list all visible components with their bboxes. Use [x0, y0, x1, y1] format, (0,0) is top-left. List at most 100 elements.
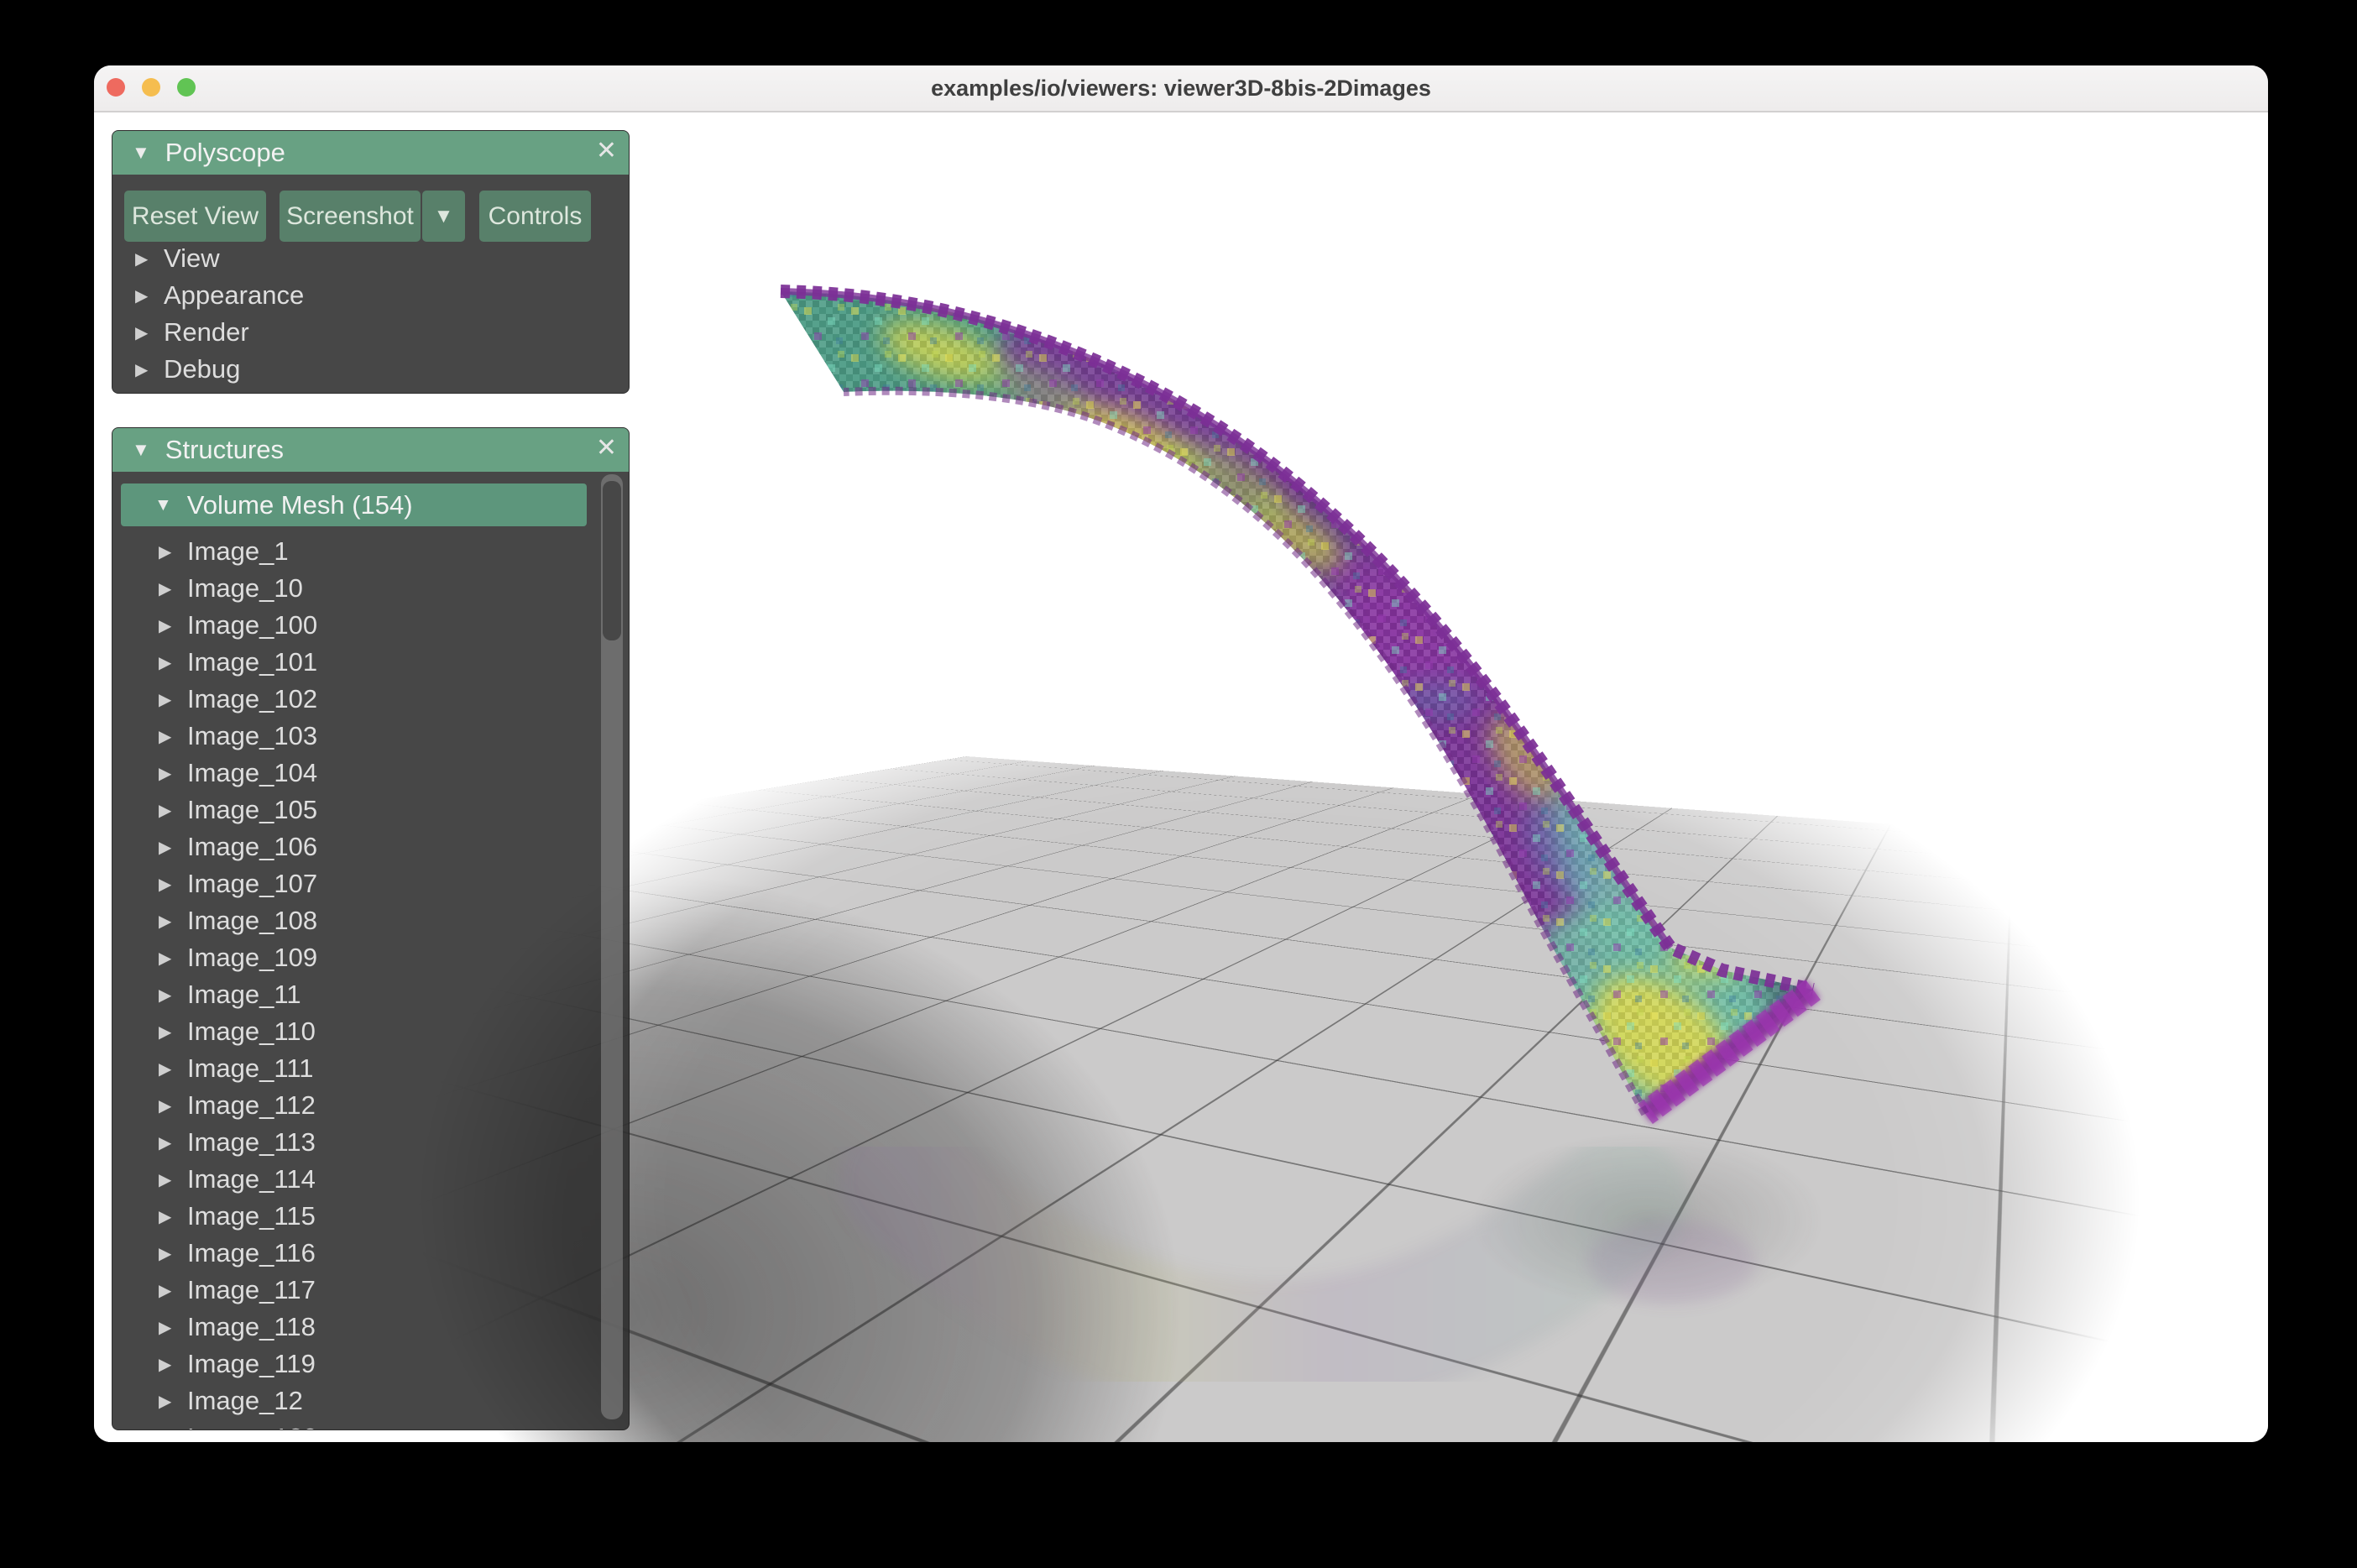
- list-item[interactable]: ▶ Image_108: [112, 902, 595, 939]
- tree-item-appearance[interactable]: ▶ Appearance: [112, 277, 629, 314]
- list-item-label: Image_12: [187, 1386, 303, 1416]
- polyscope-panel: ▼ Polyscope ✕ Reset View Screenshot ▼ Co…: [112, 130, 630, 394]
- polyscope-panel-header[interactable]: ▼ Polyscope ✕: [112, 131, 629, 175]
- list-item-label: Image_104: [187, 758, 317, 788]
- list-item[interactable]: ▶ Image_117: [112, 1272, 595, 1309]
- structures-list: ▶Image_1 ▶Image_10 ▶Image_100 ▶Image_101…: [112, 533, 595, 1430]
- expand-icon: ▶: [159, 652, 179, 673]
- expand-icon: ▶: [159, 689, 179, 710]
- structures-panel: ▼ Structures ✕ ▼ Volume Mesh (154) ▶Imag…: [112, 427, 630, 1430]
- list-item-label: Image_101: [187, 647, 317, 677]
- list-item[interactable]: ▶ Image_104: [112, 755, 595, 792]
- list-item-label: Image_115: [187, 1201, 316, 1231]
- list-item-label: Image_110: [187, 1017, 316, 1047]
- panel-title: Structures: [165, 435, 284, 465]
- list-item[interactable]: ▶Image_106: [112, 828, 595, 865]
- expand-icon: ▶: [159, 948, 179, 969]
- controls-button[interactable]: Controls: [479, 191, 591, 242]
- list-item-label: Image_107: [187, 869, 317, 899]
- volume-mesh-group-row[interactable]: ▼ Volume Mesh (154): [121, 483, 587, 526]
- list-item-label: Image_1: [187, 536, 289, 567]
- expand-icon: ▶: [159, 1095, 179, 1116]
- list-item[interactable]: ▶Image_109: [112, 939, 595, 976]
- list-item-label: Image_120: [187, 1423, 317, 1430]
- list-item-label: Image_116: [187, 1238, 316, 1268]
- list-item[interactable]: ▶Image_11: [112, 976, 595, 1013]
- list-item[interactable]: ▶Image_119: [112, 1346, 595, 1382]
- close-window-button[interactable]: [107, 78, 125, 97]
- expand-icon: ▶: [159, 1280, 179, 1301]
- tree-item-debug[interactable]: ▶ Debug: [112, 351, 629, 388]
- list-item[interactable]: ▶ Image_113: [112, 1124, 595, 1161]
- list-item-label: Image_10: [187, 573, 303, 604]
- collapse-icon[interactable]: ▼: [132, 441, 150, 459]
- minimize-window-button[interactable]: [142, 78, 160, 97]
- list-item-label: Image_108: [187, 906, 317, 936]
- close-icon[interactable]: ✕: [596, 433, 617, 463]
- expand-icon: ▶: [135, 359, 155, 380]
- expand-icon: ▶: [159, 1391, 179, 1412]
- list-item-label: Image_119: [187, 1349, 316, 1379]
- list-item[interactable]: ▶Image_118: [112, 1309, 595, 1346]
- volume-mesh-label: Volume Mesh (154): [187, 490, 413, 520]
- list-item-partial[interactable]: ▶ Image_120: [112, 1419, 595, 1430]
- list-item[interactable]: ▶Image_100: [112, 607, 595, 644]
- list-item[interactable]: ▶Image_110: [112, 1013, 595, 1050]
- list-item-label: Image_114: [187, 1164, 316, 1194]
- scrollbar-thumb[interactable]: [603, 481, 621, 640]
- list-item[interactable]: ▶ Image_101: [112, 644, 595, 681]
- list-item[interactable]: ▶ Image_12: [112, 1382, 595, 1419]
- expand-icon: ▶: [159, 800, 179, 821]
- screenshot-button[interactable]: Screenshot: [280, 191, 421, 242]
- expand-icon: ▶: [159, 1169, 179, 1190]
- expand-icon: ▶: [159, 763, 179, 784]
- title-bar[interactable]: examples/io/viewers: viewer3D-8bis-2Dima…: [94, 65, 2268, 112]
- structures-panel-header[interactable]: ▼ Structures ✕: [112, 428, 629, 472]
- expand-icon: ▶: [159, 1058, 179, 1079]
- screen: examples/io/viewers: viewer3D-8bis-2Dima…: [0, 0, 2357, 1568]
- list-item-label: Image_113: [187, 1127, 316, 1158]
- list-item-label: Image_103: [187, 721, 317, 751]
- list-item[interactable]: ▶Image_111: [112, 1050, 595, 1087]
- reset-view-button[interactable]: Reset View: [124, 191, 266, 242]
- expand-icon: ▶: [159, 726, 179, 747]
- expand-icon: ▶: [135, 248, 155, 269]
- list-item-label: Image_112: [187, 1090, 316, 1121]
- list-item-label: Image_102: [187, 684, 317, 714]
- list-item[interactable]: ▶ Image_115: [112, 1198, 595, 1235]
- list-item-label: Image_106: [187, 832, 317, 862]
- expand-icon: ▶: [135, 285, 155, 306]
- panel-title: Polyscope: [165, 138, 285, 168]
- 3d-viewport[interactable]: ▼ Polyscope ✕ Reset View Screenshot ▼ Co…: [94, 112, 2268, 1442]
- tree-item-view[interactable]: ▶ View: [112, 240, 629, 277]
- expand-icon: ▶: [159, 1428, 179, 1431]
- tree-item-render[interactable]: ▶ Render: [112, 314, 629, 351]
- list-item[interactable]: ▶Image_105: [112, 792, 595, 828]
- list-item[interactable]: ▶Image_107: [112, 865, 595, 902]
- expand-icon: ▶: [159, 1206, 179, 1227]
- list-item[interactable]: ▶ Image_114: [112, 1161, 595, 1198]
- expand-icon: ▶: [159, 541, 179, 562]
- list-item[interactable]: ▶Image_10: [112, 570, 595, 607]
- list-item[interactable]: ▶ Image_103: [112, 718, 595, 755]
- list-item[interactable]: ▶ Image_1: [112, 533, 595, 570]
- expand-icon[interactable]: ▼: [154, 496, 172, 514]
- list-item-label: Image_117: [187, 1275, 316, 1305]
- expand-icon: ▶: [159, 1132, 179, 1153]
- polyscope-tree: ▶ View ▶ Appearance ▶ Render ▶ Debug: [112, 240, 629, 388]
- screenshot-dropdown-button[interactable]: ▼: [422, 191, 465, 242]
- window-title: examples/io/viewers: viewer3D-8bis-2Dima…: [931, 76, 1431, 102]
- tree-item-label: Render: [164, 317, 249, 348]
- expand-icon: ▶: [159, 615, 179, 636]
- list-item[interactable]: ▶ Image_102: [112, 681, 595, 718]
- expand-icon: ▶: [159, 985, 179, 1006]
- close-icon[interactable]: ✕: [596, 136, 617, 165]
- list-item[interactable]: ▶Image_116: [112, 1235, 595, 1272]
- expand-icon: ▶: [135, 322, 155, 343]
- collapse-icon[interactable]: ▼: [132, 144, 150, 162]
- expand-icon: ▶: [159, 911, 179, 932]
- tree-item-label: Appearance: [164, 280, 304, 311]
- structures-scrollbar[interactable]: [601, 474, 623, 1419]
- zoom-window-button[interactable]: [177, 78, 196, 97]
- list-item[interactable]: ▶ Image_112: [112, 1087, 595, 1124]
